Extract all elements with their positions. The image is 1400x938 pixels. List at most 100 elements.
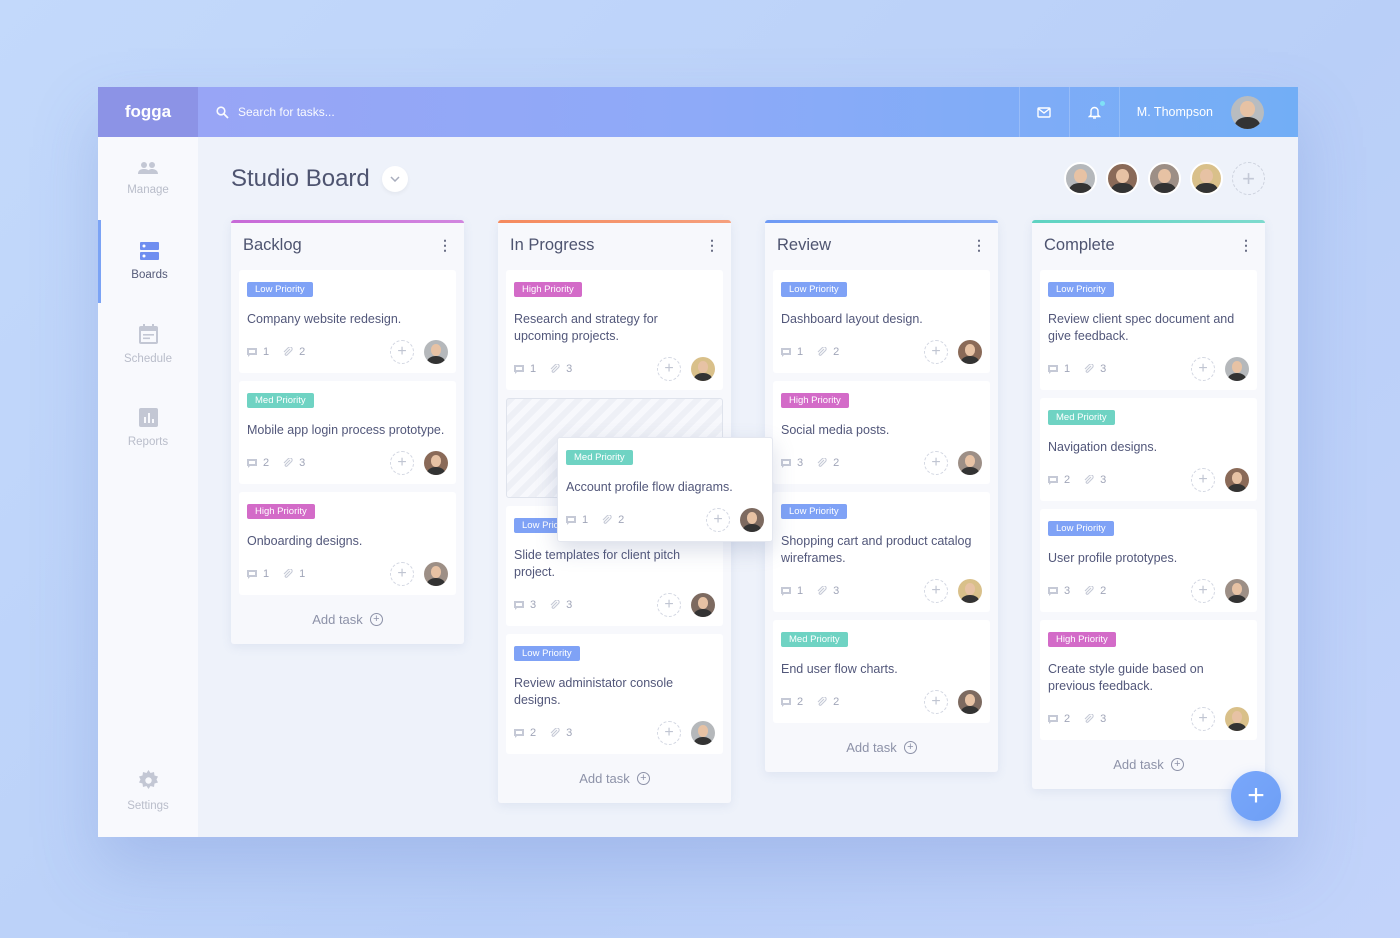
search-input[interactable]: Search for tasks... xyxy=(216,105,1019,119)
sidebar-item-schedule[interactable]: Schedule xyxy=(98,303,198,386)
task-card[interactable]: Med Priority Navigation designs. 2 3 + xyxy=(1040,398,1257,501)
attachments-count[interactable]: 2 xyxy=(283,346,305,358)
board-dropdown-button[interactable] xyxy=(381,166,408,192)
sidebar-item-reports[interactable]: Reports xyxy=(98,386,198,469)
more-options-icon[interactable]: ⋮ xyxy=(972,238,986,252)
priority-badge: Med Priority xyxy=(566,450,633,465)
attachments-count[interactable]: 3 xyxy=(1084,363,1106,375)
more-options-icon[interactable]: ⋮ xyxy=(438,238,452,252)
add-task-button[interactable]: Add task + xyxy=(506,762,723,795)
card-footer: 1 3 + xyxy=(781,579,982,603)
user-menu[interactable]: M. Thompson xyxy=(1118,87,1298,137)
mail-button[interactable] xyxy=(1018,87,1069,137)
assign-member-button[interactable]: + xyxy=(1191,357,1215,381)
comments-count[interactable]: 2 xyxy=(1048,474,1070,486)
task-card[interactable]: Low Priority Review administator console … xyxy=(506,634,723,754)
add-task-button[interactable]: Add task + xyxy=(239,603,456,636)
assign-member-button[interactable]: + xyxy=(1191,468,1215,492)
avatar[interactable] xyxy=(1190,162,1223,195)
task-card[interactable]: High Priority Social media posts. 3 2 + xyxy=(773,381,990,484)
paperclip-icon xyxy=(817,347,827,356)
column-accent xyxy=(231,220,464,223)
sidebar-item-settings[interactable]: Settings xyxy=(98,749,198,832)
assign-member-button[interactable]: + xyxy=(924,690,948,714)
assign-member-button[interactable]: + xyxy=(390,451,414,475)
comments-count[interactable]: 1 xyxy=(781,346,803,358)
task-card[interactable]: High Priority Create style guide based on… xyxy=(1040,620,1257,740)
avatar[interactable] xyxy=(1064,162,1097,195)
user-avatar xyxy=(1231,95,1264,129)
sidebar-item-manage[interactable]: Manage xyxy=(98,137,198,220)
comments-count[interactable]: 3 xyxy=(1048,585,1070,597)
attachments-value: 2 xyxy=(1100,585,1107,597)
assignee-avatar xyxy=(691,593,715,617)
assign-member-button[interactable]: + xyxy=(924,579,948,603)
comments-count[interactable]: 2 xyxy=(1048,713,1070,725)
avatar[interactable] xyxy=(1106,162,1139,195)
attachments-count[interactable]: 3 xyxy=(283,457,305,469)
comments-value: 2 xyxy=(530,727,537,739)
task-card[interactable]: Low Priority Dashboard layout design. 1 2 + xyxy=(773,270,990,373)
more-options-icon[interactable]: ⋮ xyxy=(1239,238,1253,252)
assign-member-button[interactable]: + xyxy=(657,721,681,745)
chart-icon xyxy=(138,407,158,436)
comments-count[interactable]: 2 xyxy=(514,727,536,739)
assign-member-button[interactable]: + xyxy=(1191,707,1215,731)
comments-value: 1 xyxy=(530,363,537,375)
card-footer: 3 2 + xyxy=(1048,579,1249,603)
task-card[interactable]: Low Priority Shopping cart and product ca… xyxy=(773,492,990,612)
attachments-count[interactable]: 2 xyxy=(602,514,624,526)
add-task-button[interactable]: Add task + xyxy=(773,731,990,764)
comments-count[interactable]: 3 xyxy=(781,457,803,469)
comments-count[interactable]: 1 xyxy=(781,585,803,597)
paperclip-icon xyxy=(550,364,560,373)
assign-member-button[interactable]: + xyxy=(390,562,414,586)
assignee-avatar xyxy=(1225,707,1249,731)
assign-member-button[interactable]: + xyxy=(924,340,948,364)
comments-count[interactable]: 2 xyxy=(781,696,803,708)
notifications-button[interactable] xyxy=(1068,87,1119,137)
priority-badge: Low Priority xyxy=(514,646,580,661)
attachments-count[interactable]: 2 xyxy=(817,346,839,358)
assign-member-button[interactable]: + xyxy=(390,340,414,364)
comments-count[interactable]: 1 xyxy=(247,346,269,358)
comments-count[interactable]: 1 xyxy=(514,363,536,375)
avatar[interactable] xyxy=(1148,162,1181,195)
task-card[interactable]: High Priority Research and strategy for u… xyxy=(506,270,723,390)
more-options-icon[interactable]: ⋮ xyxy=(705,238,719,252)
task-card[interactable]: Low Priority User profile prototypes. 3 2 + xyxy=(1040,509,1257,612)
card-title: Research and strategy for upcoming proje… xyxy=(514,312,658,343)
attachments-count[interactable]: 2 xyxy=(817,696,839,708)
attachments-count[interactable]: 2 xyxy=(1084,585,1106,597)
add-member-button[interactable]: + xyxy=(1232,162,1265,195)
task-card[interactable]: Low Priority Company website redesign. 1 2 + xyxy=(239,270,456,373)
add-task-button[interactable]: Add task + xyxy=(1040,748,1257,781)
attachments-count[interactable]: 3 xyxy=(550,599,572,611)
comments-count[interactable]: 2 xyxy=(247,457,269,469)
assign-member-button[interactable]: + xyxy=(657,357,681,381)
attachments-count[interactable]: 3 xyxy=(550,363,572,375)
comments-count[interactable]: 1 xyxy=(247,568,269,580)
assign-member-button[interactable]: + xyxy=(924,451,948,475)
assign-member-button[interactable]: + xyxy=(657,593,681,617)
assign-member-button[interactable]: + xyxy=(706,508,730,532)
task-card[interactable]: Med Priority End user flow charts. 2 2 + xyxy=(773,620,990,723)
add-fab-button[interactable]: + xyxy=(1231,771,1281,821)
attachments-count[interactable]: 3 xyxy=(1084,713,1106,725)
dragged-card[interactable]: Med Priority Account profile flow diagram… xyxy=(557,437,773,542)
task-card[interactable]: Low Priority Review client spec document … xyxy=(1040,270,1257,390)
task-card[interactable]: Med Priority Mobile app login process pro… xyxy=(239,381,456,484)
assign-member-button[interactable]: + xyxy=(1191,579,1215,603)
comments-count[interactable]: 3 xyxy=(514,599,536,611)
sidebar-item-boards[interactable]: Boards xyxy=(98,220,198,303)
task-card[interactable]: High Priority Onboarding designs. 1 1 + xyxy=(239,492,456,595)
attachments-count[interactable]: 1 xyxy=(283,568,305,580)
assignee-avatar xyxy=(424,562,448,586)
attachments-count[interactable]: 3 xyxy=(1084,474,1106,486)
comments-count[interactable]: 1 xyxy=(566,514,588,526)
logo[interactable]: fogga xyxy=(98,87,198,137)
attachments-count[interactable]: 2 xyxy=(817,457,839,469)
attachments-count[interactable]: 3 xyxy=(550,727,572,739)
attachments-count[interactable]: 3 xyxy=(817,585,839,597)
comments-count[interactable]: 1 xyxy=(1048,363,1070,375)
